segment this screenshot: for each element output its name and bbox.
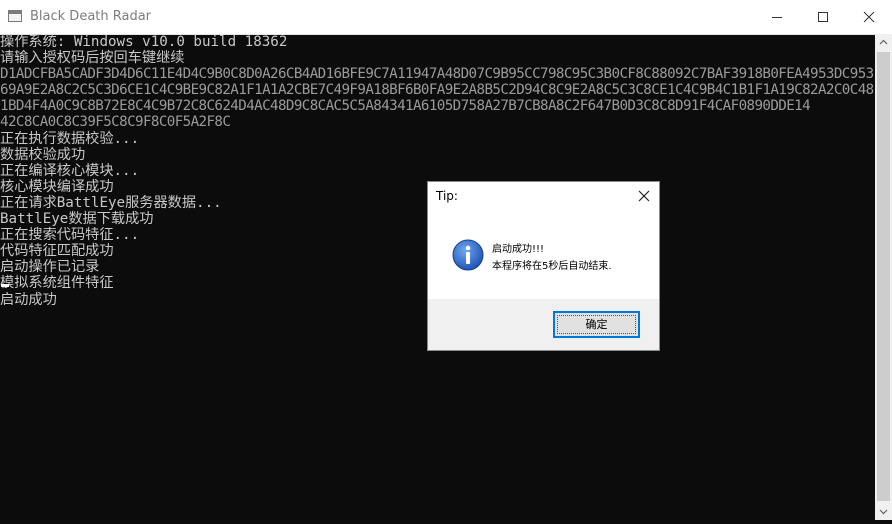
scroll-up-button[interactable] <box>875 34 892 51</box>
console-line: 42C8CA0C8C39F5C8C9F8C0F5A2F8C <box>0 114 231 131</box>
dialog-footer: 确定 <box>428 299 659 350</box>
close-window-button[interactable] <box>846 0 892 34</box>
chevron-up-icon <box>879 39 888 45</box>
tip-dialog: Tip: 启动成功!!! 本程序将在5秒后自动结束. 确定 <box>427 181 660 351</box>
console-line: 请输入授权码后按回车键继续 <box>0 50 185 67</box>
maximize-icon <box>818 12 828 22</box>
console-line: 正在编译核心模块... <box>0 162 140 179</box>
scrollbar-thumb[interactable] <box>877 52 890 501</box>
console-line: D1ADCFBA5CADF3D4D6C11E4D4C9B0C8D0A26CB4A… <box>0 66 874 83</box>
close-icon <box>638 190 650 202</box>
dialog-message-line2: 本程序将在5秒后自动结束. <box>492 261 612 272</box>
title-bar[interactable]: Black Death Radar <box>0 0 892 35</box>
dialog-message-line1: 启动成功!!! <box>492 244 545 255</box>
dialog-body: 启动成功!!! 本程序将在5秒后自动结束. <box>428 210 659 299</box>
console-line: 操作系统: Windows v10.0 build 18362 <box>0 34 288 50</box>
console-line: 1BD4F4A0C9C8B72E8C4C9B72C8C624D4AC48D9C8… <box>0 98 811 115</box>
dialog-close-button[interactable] <box>627 182 659 210</box>
window-title: Black Death Radar <box>30 9 152 24</box>
minimize-button[interactable] <box>754 0 800 34</box>
chevron-down-icon <box>879 509 888 515</box>
vertical-scrollbar[interactable] <box>875 34 892 520</box>
scroll-down-button[interactable] <box>875 503 892 520</box>
dialog-title-bar[interactable]: Tip: <box>428 182 659 210</box>
focus-rectangle <box>557 315 636 334</box>
console-window: Black Death Radar 操作系统: Windows v10.0 bu… <box>0 0 892 520</box>
ok-button[interactable]: 确定 <box>553 311 640 338</box>
maximize-button[interactable] <box>800 0 846 34</box>
dialog-title: Tip: <box>436 189 458 203</box>
info-icon <box>452 239 484 271</box>
console-line: 69A9E2A8C2C5C3D6CE1C4C9BE9C82A1F1A1A2CBE… <box>0 82 874 99</box>
close-icon <box>863 11 875 23</box>
console-line: 正在执行数据校验... <box>0 130 140 147</box>
console-app-icon <box>8 10 22 22</box>
console-line: 数据校验成功 <box>0 146 86 163</box>
minimize-icon <box>772 17 782 18</box>
text-cursor <box>1 284 9 287</box>
